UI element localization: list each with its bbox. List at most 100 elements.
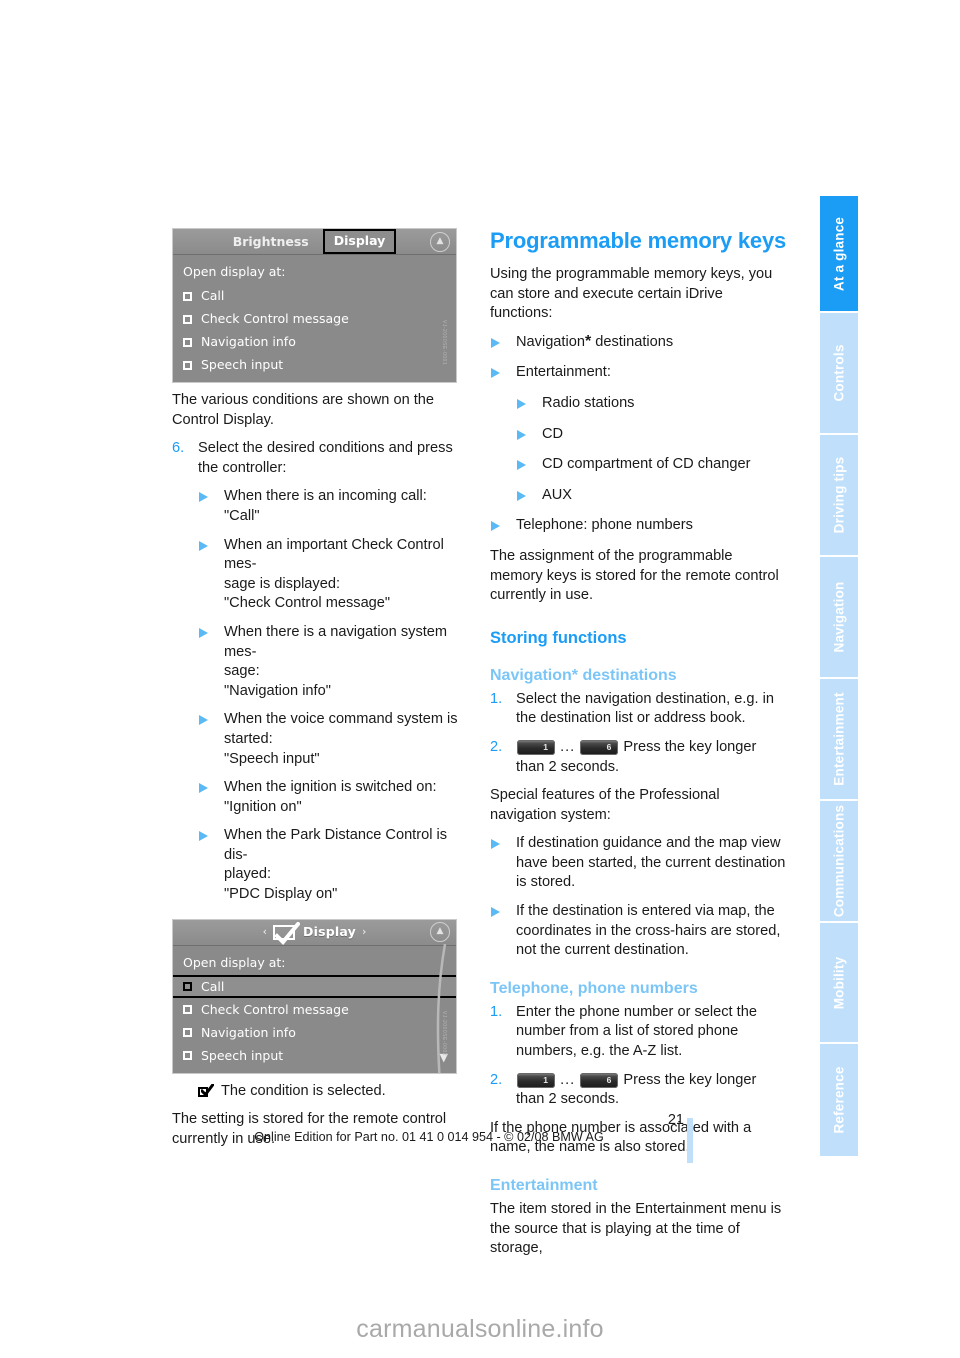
screenshot-body: Open display at: Call Check Control mess… <box>173 943 456 1073</box>
triangle-bullet-icon <box>198 778 224 800</box>
tab-label: Reference <box>831 1066 847 1134</box>
tab-label: Communications <box>831 804 847 918</box>
item-label: Navigation info <box>201 1024 296 1040</box>
screenshot-section-header: Open display at: <box>183 954 286 970</box>
step-number: 1. <box>490 1003 503 1020</box>
bullet-text: CD <box>542 425 564 442</box>
screenshot-body: Open display at: Call Check Control mess… <box>173 255 456 381</box>
bullet-text: If the destination is entered via map, t… <box>516 903 781 959</box>
tab-driving-tips[interactable]: Driving tips <box>820 435 858 557</box>
memory-key-6-icon: 6 <box>580 1072 619 1088</box>
bullet-text: AUX <box>542 486 573 503</box>
memory-key-1-icon: 1 <box>517 1072 555 1088</box>
step-text: Select the navigation destination, e.g. … <box>516 690 774 727</box>
screenshot-section-header: Open display at: <box>183 264 286 279</box>
feature-bullet-navigation: Navigation* destinations <box>490 333 788 355</box>
triangle-bullet-icon <box>198 536 224 558</box>
feature-subbullet: AUX <box>516 486 788 508</box>
tab-label: At a glance <box>831 216 847 291</box>
checkbox-icon <box>183 360 192 370</box>
triangle-bullet-icon <box>490 363 516 385</box>
triangle-bullet-icon <box>490 834 516 856</box>
bullet-text: Entertainment: <box>516 364 611 381</box>
checkbox-icon <box>183 337 192 347</box>
left-intro-paragraph: The various conditions are shown on the … <box>172 392 435 428</box>
screenshot-list-item: Navigation info <box>173 331 456 354</box>
triangle-bullet-icon <box>198 710 224 732</box>
manual-page: At a glance Controls Driving tips Naviga… <box>0 0 960 1358</box>
special-bullet: If the destination is entered via map, t… <box>490 902 788 961</box>
tab-entertainment[interactable]: Entertainment <box>820 679 858 801</box>
tab-controls[interactable]: Controls <box>820 313 858 435</box>
up-down-arrows-icon: ▲ <box>430 922 450 943</box>
feature-subbullet: Radio stations <box>516 394 788 416</box>
item-label: Check Control message <box>201 311 349 327</box>
titlebar-display-label: Display <box>322 229 397 254</box>
tab-communications[interactable]: Communications <box>820 801 858 923</box>
footer-edition-line: Online Edition for Part no. 01 41 0 014 … <box>254 1130 604 1144</box>
bullet-text: Telephone: phone numbers <box>516 517 693 534</box>
tab-label: Mobility <box>831 956 847 1009</box>
item-label: Navigation info <box>201 334 296 350</box>
checkbox-icon <box>183 1005 192 1015</box>
entertainment-paragraph: The item stored in the Entertainment men… <box>490 1201 782 1257</box>
idrive-screenshot-brightness-display: Brightness Display ▲ Open display at: Ca… <box>172 228 457 383</box>
previous-arrow-icon: ‹ <box>262 925 268 939</box>
triangle-bullet-icon <box>198 826 224 848</box>
triangle-bullet-icon <box>198 487 224 509</box>
heading-storing-functions: Storing functions <box>490 628 627 647</box>
heading-telephone-phone-numbers: Telephone, phone numbers <box>490 979 698 997</box>
figure-reference-code: VJ-2000SE-0002 <box>441 1010 447 1056</box>
feature-subbullet: CD compartment of CD changer <box>516 455 788 477</box>
condition-bullet: When the voice command system is started:… <box>198 710 470 769</box>
step-text: 1 ... 6 Press the key longer than 2 seco… <box>516 1071 757 1108</box>
page-number: 21 <box>667 1112 684 1128</box>
screenshot-list-item: Speech input <box>173 1044 456 1067</box>
nav-step-2: 2. 1 ... 6 Press the key longer than 2 s… <box>490 738 788 777</box>
feature-bullet-entertainment: Entertainment: <box>490 363 788 385</box>
condition-bullet: When an important Check Control mes-sage… <box>198 536 470 614</box>
titlebar-display-label: Display <box>303 924 356 940</box>
item-label: Check Control message <box>201 1001 349 1017</box>
tab-mobility[interactable]: Mobility <box>820 923 858 1044</box>
idrive-screenshot-display-selected: ‹ Display › ▲ Open display at: Call Chec… <box>172 918 457 1074</box>
triangle-bullet-icon <box>198 623 224 645</box>
tab-label: Entertainment <box>831 692 847 786</box>
section-tab-rail: At a glance Controls Driving tips Naviga… <box>820 196 858 1156</box>
watermark: carmanualsonline.info <box>356 1315 604 1343</box>
item-label: Call <box>201 288 225 304</box>
screenshot-list-item: Check Control message <box>173 998 456 1021</box>
step-number: 1. <box>490 690 503 707</box>
next-arrow-icon: › <box>361 925 367 939</box>
checked-box-icon <box>198 1083 215 1099</box>
screenshot-list-item: Navigation info <box>173 1021 456 1044</box>
tab-reference[interactable]: Reference <box>820 1044 858 1156</box>
condition-text: When there is a navigation system mes-sa… <box>224 623 448 699</box>
tab-label: Driving tips <box>831 456 847 534</box>
feature-bullet-telephone: Telephone: phone numbers <box>490 516 788 538</box>
triangle-bullet-icon <box>490 902 516 924</box>
page-footer: 21 Online Edition for Part no. 01 41 0 0… <box>172 1112 686 1144</box>
tab-navigation[interactable]: Navigation <box>820 557 858 679</box>
ellipsis: ... <box>560 1071 576 1088</box>
triangle-bullet-icon <box>490 516 516 538</box>
special-bullet: If destination guidance and the map view… <box>490 834 788 893</box>
left-column: Brightness Display ▲ Open display at: Ca… <box>172 228 470 1158</box>
checkbox-icon <box>183 314 192 324</box>
up-down-arrows-icon: ▲ <box>430 231 450 252</box>
condition-text: When the voice command system is started:… <box>224 711 458 767</box>
nav-step-1: 1. Select the navigation destination, e.… <box>490 690 788 729</box>
condition-bullet: When the Park Distance Control is dis-pl… <box>198 826 470 904</box>
triangle-bullet-icon <box>516 486 542 508</box>
special-features-paragraph: Special features of the Professional nav… <box>490 787 720 823</box>
phone-step-2: 2. 1 ... 6 Press the key longer than 2 s… <box>490 1071 788 1110</box>
page-title: Programmable memory keys <box>490 228 787 253</box>
screenshot-list-item: Speech input <box>173 354 456 377</box>
titlebar-brightness-label: Brightness <box>232 233 309 249</box>
tab-at-a-glance[interactable]: At a glance <box>820 196 858 313</box>
tab-label: Navigation <box>831 581 847 653</box>
checkbox-icon <box>183 1051 192 1061</box>
assignment-paragraph: The assignment of the programmable memor… <box>490 547 779 604</box>
step-text: Enter the phone number or select the num… <box>516 1003 757 1060</box>
memory-key-6-icon: 6 <box>580 739 619 755</box>
